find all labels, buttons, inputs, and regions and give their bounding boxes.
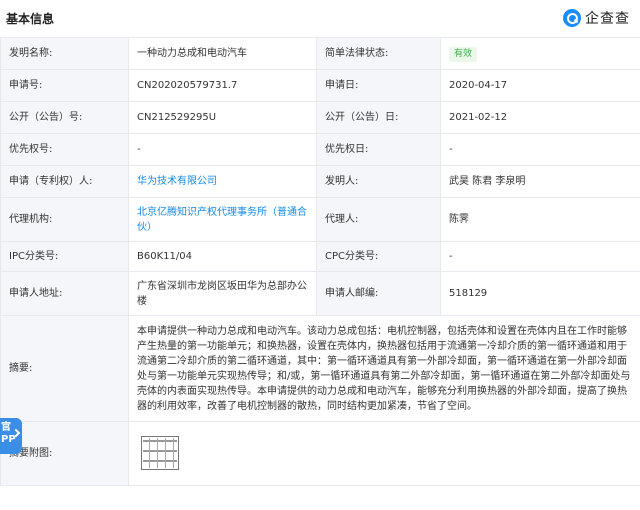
agent-label: 代理人: <box>316 197 441 242</box>
brand[interactable]: 企查查 <box>563 8 630 28</box>
table-row: 代理机构: 北京亿腾知识产权代理事务所（普通合伙） 代理人: 陈霁 <box>0 197 640 242</box>
application-no-label: 申请号: <box>0 69 129 102</box>
address-value: 广东省深圳市龙岗区坂田华为总部办公楼 <box>128 271 317 316</box>
table-row: 申请号: CN202020579731.7 申请日: 2020-04-17 <box>0 69 640 102</box>
cpc-value: - <box>440 241 640 272</box>
applicant-link[interactable]: 华为技术有限公司 <box>137 176 217 187</box>
publication-no-value: CN212529295U <box>128 101 317 134</box>
priority-no-label: 优先权号: <box>0 133 129 166</box>
ipc-label: IPC分类号: <box>0 241 129 272</box>
table-row: 申请（专利权）人: 华为技术有限公司 发明人: 武昊 陈君 李泉明 <box>0 165 640 198</box>
cpc-label: CPC分类号: <box>316 241 441 272</box>
legal-status-label: 简单法律状态: <box>316 37 441 70</box>
section-header: 基本信息 企查查 <box>0 0 640 36</box>
drawing-line <box>149 437 150 468</box>
application-date-value: 2020-04-17 <box>440 69 640 102</box>
drawing-line <box>165 437 166 468</box>
application-date-label: 申请日: <box>316 69 441 102</box>
agent-value: 陈霁 <box>440 197 640 242</box>
table-row: IPC分类号: B60K11/04 CPC分类号: - <box>0 241 640 272</box>
abstract-text: 本申请提供一种动力总成和电动汽车。该动力总成包括：电机控制器，包括壳体和设置在壳… <box>128 315 640 422</box>
abstract-label: 摘要: <box>0 315 129 422</box>
drawing-line <box>157 437 158 468</box>
address-label: 申请人地址: <box>0 271 129 316</box>
drawing-line <box>173 437 174 468</box>
agency-label: 代理机构: <box>0 197 129 242</box>
patent-info-table: 发明名称: 一种动力总成和电动汽车 简单法律状态: 有效 申请号: CN2020… <box>0 37 640 486</box>
applicant-cell: 华为技术有限公司 <box>128 165 317 198</box>
inventor-value: 武昊 陈君 李泉明 <box>440 165 640 198</box>
legal-status-cell: 有效 <box>440 37 640 70</box>
side-app-tab[interactable]: 官 PP <box>0 418 22 454</box>
invention-name-value: 一种动力总成和电动汽车 <box>128 37 317 70</box>
agency-cell: 北京亿腾知识产权代理事务所（普通合伙） <box>128 197 317 242</box>
table-row: 公开（公告）号: CN212529295U 公开（公告）日: 2021-02-1… <box>0 101 640 134</box>
abstract-drawing-image[interactable] <box>137 430 183 478</box>
table-row: 摘要: 本申请提供一种动力总成和电动汽车。该动力总成包括：电机控制器，包括壳体和… <box>0 315 640 422</box>
table-row: 发明名称: 一种动力总成和电动汽车 简单法律状态: 有效 <box>0 37 640 70</box>
application-no-value: CN202020579731.7 <box>128 69 317 102</box>
ipc-value: B60K11/04 <box>128 241 317 272</box>
priority-date-label: 优先权日: <box>316 133 441 166</box>
table-row: 摘要附图: <box>0 421 640 486</box>
table-row: 优先权号: - 优先权日: - <box>0 133 640 166</box>
drawing-cell <box>128 421 640 486</box>
section-title: 基本信息 <box>6 12 55 26</box>
inventor-label: 发明人: <box>316 165 441 198</box>
agency-link[interactable]: 北京亿腾知识产权代理事务所（普通合伙） <box>137 207 307 233</box>
applicant-label: 申请（专利权）人: <box>0 165 129 198</box>
table-row: 申请人地址: 广东省深圳市龙岗区坂田华为总部办公楼 申请人邮编: 518129 <box>0 271 640 316</box>
publication-no-label: 公开（公告）号: <box>0 101 129 134</box>
invention-name-label: 发明名称: <box>0 37 129 70</box>
publication-date-value: 2021-02-12 <box>440 101 640 134</box>
priority-no-value: - <box>128 133 317 166</box>
qcc-logo-icon <box>563 9 581 27</box>
postcode-label: 申请人邮编: <box>316 271 441 316</box>
publication-date-label: 公开（公告）日: <box>316 101 441 134</box>
postcode-value: 518129 <box>440 271 640 316</box>
priority-date-value: - <box>440 133 640 166</box>
status-badge: 有效 <box>449 46 478 62</box>
brand-name: 企查查 <box>585 11 630 27</box>
